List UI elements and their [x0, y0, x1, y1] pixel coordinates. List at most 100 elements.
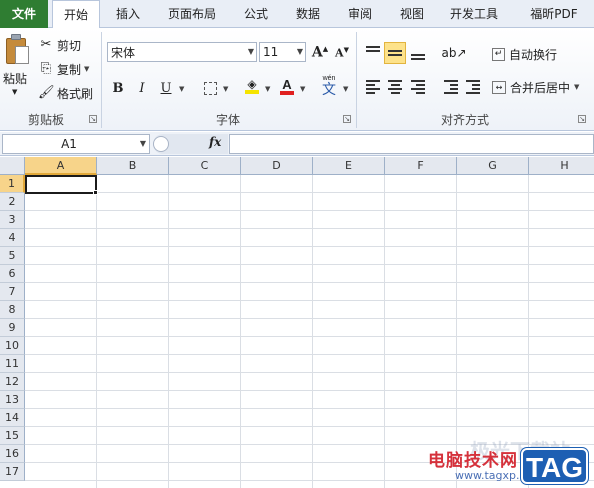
font-size-value: 11	[263, 45, 279, 59]
text-orientation-icon: ab↗	[441, 46, 467, 60]
column-header-e[interactable]: E	[313, 157, 385, 175]
row-header-15[interactable]: 15	[0, 427, 25, 445]
align-top-button[interactable]	[362, 42, 384, 64]
gridline-vertical	[240, 175, 241, 488]
column-header-g[interactable]: G	[457, 157, 529, 175]
tab-foxit-pdf[interactable]: 福昕PDF	[516, 0, 592, 28]
align-center-button[interactable]	[384, 76, 406, 98]
gridline-horizontal	[25, 354, 594, 355]
wrap-text-button[interactable]: ↵ 自动换行	[492, 44, 557, 64]
fill-color-dropdown-icon[interactable]: ▼	[265, 85, 270, 93]
column-header-d[interactable]: D	[241, 157, 313, 175]
tab-formulas[interactable]: 公式	[232, 0, 280, 28]
decrease-indent-icon	[444, 80, 458, 94]
copy-button[interactable]: ⎘ 复制 ▼	[38, 59, 90, 79]
row-header-17[interactable]: 17	[0, 463, 25, 481]
decrease-indent-button[interactable]	[440, 76, 462, 98]
italic-button[interactable]: I	[131, 77, 153, 99]
row-header-13[interactable]: 13	[0, 391, 25, 409]
row-header-16[interactable]: 16	[0, 445, 25, 463]
row-header-3[interactable]: 3	[0, 211, 25, 229]
merge-dropdown-icon: ▼	[574, 83, 580, 91]
select-all-corner[interactable]	[0, 157, 25, 175]
align-left-icon	[366, 80, 380, 94]
tab-data[interactable]: 数据	[284, 0, 332, 28]
phonetic-dropdown-icon[interactable]: ▼	[343, 85, 348, 93]
column-header-b[interactable]: B	[97, 157, 169, 175]
paste-button[interactable]: 粘贴 ▼	[0, 28, 32, 104]
row-header-11[interactable]: 11	[0, 355, 25, 373]
collapse-handle[interactable]	[153, 136, 169, 152]
column-header-f[interactable]: F	[385, 157, 457, 175]
borders-button[interactable]	[199, 77, 221, 99]
paste-label: 粘贴	[3, 72, 28, 86]
row-header-8[interactable]: 8	[0, 301, 25, 319]
column-header-a[interactable]: A	[25, 157, 97, 175]
tab-developer[interactable]: 开发工具	[440, 0, 508, 28]
fill-color-swatch	[245, 90, 259, 94]
font-color-button[interactable]: A	[276, 75, 298, 97]
tab-review[interactable]: 审阅	[336, 0, 384, 28]
font-launcher-icon[interactable]: ↘	[343, 115, 351, 123]
gridline-horizontal	[25, 282, 594, 283]
scissors-icon: ✂	[40, 37, 52, 52]
tab-insert[interactable]: 插入	[104, 0, 152, 28]
gridline-vertical	[168, 175, 169, 488]
gridline-horizontal	[25, 336, 594, 337]
fill-color-button[interactable]: ◈	[241, 75, 263, 97]
tab-file[interactable]: 文件	[0, 0, 48, 28]
tab-page-layout[interactable]: 页面布局	[160, 0, 224, 28]
formula-input[interactable]	[229, 134, 594, 154]
format-painter-label: 格式刷	[57, 86, 94, 101]
clipboard-launcher-icon[interactable]: ↘	[89, 115, 97, 123]
tab-home[interactable]: 开始	[52, 0, 100, 29]
orientation-button[interactable]: ab↗	[440, 42, 468, 64]
align-right-button[interactable]	[407, 76, 429, 98]
underline-label: U	[160, 80, 172, 96]
fill-handle[interactable]	[93, 190, 98, 195]
active-cell-a1[interactable]	[25, 175, 97, 194]
font-color-dropdown-icon[interactable]: ▼	[300, 85, 305, 93]
merge-center-button[interactable]: ↔ 合并后居中 ▼	[492, 77, 579, 97]
decrease-font-size-button[interactable]: A▼	[331, 41, 353, 63]
row-header-5[interactable]: 5	[0, 247, 25, 265]
merge-center-label: 合并后居中	[510, 80, 571, 95]
row-header-10[interactable]: 10	[0, 337, 25, 355]
row-header-14[interactable]: 14	[0, 409, 25, 427]
paste-dropdown-icon: ▼	[12, 88, 18, 96]
tab-view[interactable]: 视图	[388, 0, 436, 28]
row-header-12[interactable]: 12	[0, 373, 25, 391]
ribbon-tab-bar: 文件 开始 插入 页面布局 公式 数据 审阅 视图 开发工具 福昕PDF	[0, 0, 594, 29]
font-size-select[interactable]: 11 ▼	[259, 42, 306, 62]
column-header-h[interactable]: H	[529, 157, 594, 175]
gridline-horizontal	[25, 264, 594, 265]
increase-indent-button[interactable]	[462, 76, 484, 98]
font-name-value: 宋体	[111, 45, 136, 60]
phonetic-guide-button[interactable]: wén 文	[317, 73, 341, 99]
align-left-button[interactable]	[362, 76, 384, 98]
font-name-select[interactable]: 宋体 ▼	[107, 42, 257, 62]
row-header-9[interactable]: 9	[0, 319, 25, 337]
wrap-text-label: 自动换行	[509, 47, 558, 62]
column-header-c[interactable]: C	[169, 157, 241, 175]
font-color-swatch	[280, 90, 294, 95]
cut-label: 剪切	[57, 38, 82, 53]
align-bottom-button[interactable]	[407, 42, 429, 64]
insert-function-button[interactable]: fx	[209, 135, 221, 149]
merge-cells-icon: ↔	[492, 80, 506, 94]
row-header-7[interactable]: 7	[0, 283, 25, 301]
row-header-2[interactable]: 2	[0, 193, 25, 211]
name-box[interactable]: A1 ▼	[2, 134, 150, 154]
format-painter-button[interactable]: 🖌 格式刷	[38, 83, 93, 103]
increase-font-size-button[interactable]: A▲	[309, 41, 331, 63]
align-middle-button[interactable]	[384, 42, 406, 64]
row-header-6[interactable]: 6	[0, 265, 25, 283]
underline-dropdown-icon[interactable]: ▼	[179, 85, 184, 93]
cut-button[interactable]: ✂ 剪切	[38, 35, 81, 55]
row-header-1[interactable]: 1	[0, 175, 25, 193]
underline-button[interactable]: U	[155, 77, 177, 99]
bold-button[interactable]: B	[107, 77, 129, 99]
alignment-launcher-icon[interactable]: ↘	[578, 115, 586, 123]
borders-dropdown-icon[interactable]: ▼	[223, 85, 228, 93]
row-header-4[interactable]: 4	[0, 229, 25, 247]
